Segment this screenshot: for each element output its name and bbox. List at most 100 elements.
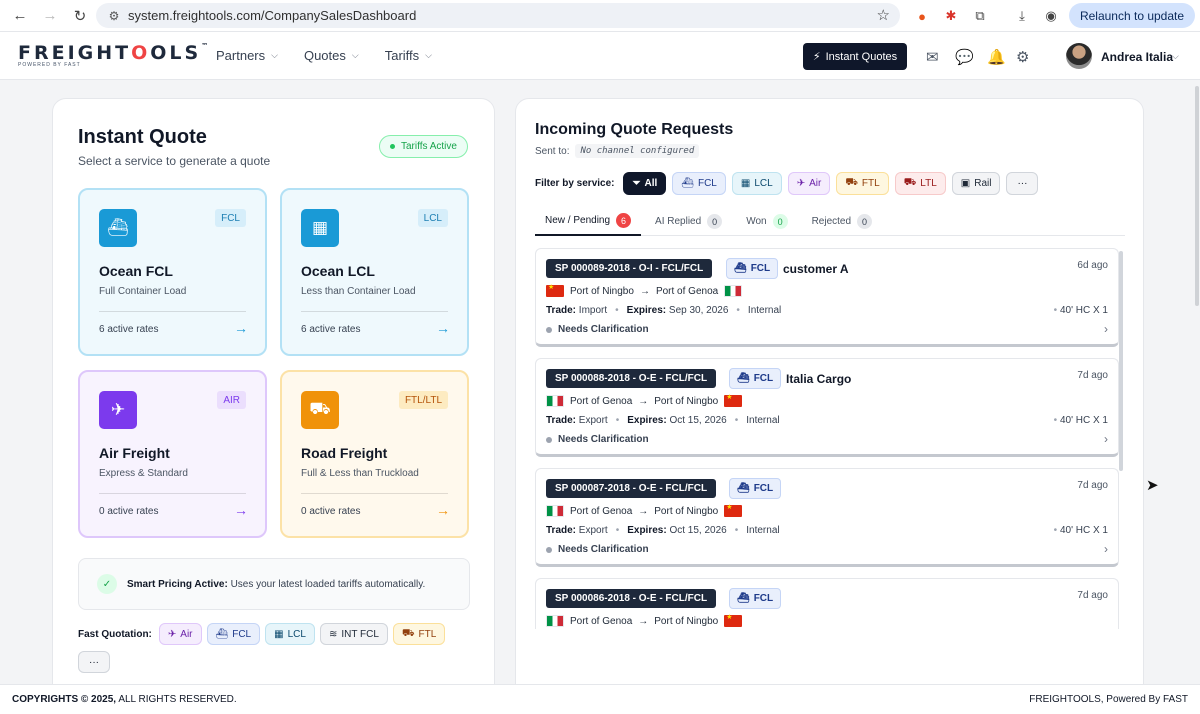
tab-label: Rejected [811, 216, 852, 227]
forward-icon[interactable]: → [36, 2, 64, 30]
time-ago: 7d ago [1077, 590, 1108, 601]
plane-icon: ✈ [167, 628, 177, 640]
fast-chip-ftl[interactable]: ⛟ FTL [392, 623, 446, 645]
ship-icon: ⛴ [737, 593, 750, 604]
sent-to-label: Sent to: [535, 145, 570, 157]
fast-chip-air[interactable]: ✈ Air [158, 623, 202, 645]
settings-gear-icon[interactable]: ⚙ [1016, 48, 1029, 66]
nav-partners[interactable]: Partners ⌵ [216, 48, 278, 63]
filter-all[interactable]: ⏷ All [623, 172, 667, 195]
filter-ftl[interactable]: ⛟ FTL [836, 172, 889, 195]
mode-badge: ⛴ FCL [729, 588, 782, 609]
fast-chip-int-fcl[interactable]: ≋ INT FCL [319, 623, 388, 645]
service-card-ocean-fcl[interactable]: ⛴ FCL Ocean FCL Full Container Load 6 ac… [78, 188, 267, 356]
expires-value: Oct 15, 2026 [669, 415, 727, 426]
filter-rail[interactable]: ▣ Rail [951, 172, 1001, 195]
trade-label: Trade: [546, 525, 577, 536]
freightools-logo[interactable]: FREIGHTOOLS™ POWERED BY FAST [18, 42, 211, 68]
trade-value: Export [578, 415, 608, 426]
copyright: COPYRIGHTS © 2025, ALL RIGHTS RESERVED. [12, 694, 237, 705]
bullet-separator: • [1053, 305, 1058, 316]
chip-label: FCL [232, 628, 252, 640]
service-card-road-freight[interactable]: ⛟ FTL/LTL Road Freight Full & Less than … [280, 370, 469, 538]
bullet-separator: • [736, 305, 740, 316]
filter-air[interactable]: ✈ Air [787, 172, 831, 195]
bookmark-star-icon[interactable]: ☆ [877, 6, 890, 24]
chip-label: LCL [754, 178, 773, 189]
profile-icon[interactable]: ◉ [1040, 5, 1062, 27]
tab-ai-replied[interactable]: AI Replied 0 [645, 207, 732, 236]
mail-icon[interactable]: ✉ [926, 48, 939, 66]
service-card-air-freight[interactable]: ✈ AIR Air Freight Express & Standard 0 a… [78, 370, 267, 538]
italy-flag-icon [724, 285, 743, 297]
address-bar[interactable]: ⚙ system.freightools.com/CompanySalesDas… [96, 3, 900, 28]
quote-requests-panel: Incoming Quote Requests Sent to: No chan… [515, 98, 1144, 698]
back-icon[interactable]: ← [6, 2, 34, 30]
fast-quotation-bar: Fast Quotation: ✈ Air ⛴ FCL ▦ LCL ≋ INT FCL … [78, 623, 446, 645]
route-to: Port of Ningbo [654, 395, 719, 407]
mode-label: FCL [750, 263, 771, 274]
arrow-right-icon[interactable]: → [234, 502, 248, 518]
divider [301, 311, 448, 312]
chevron-right-icon[interactable]: › [1104, 542, 1108, 556]
relaunch-button[interactable]: Relaunch to update [1069, 3, 1195, 28]
site-info-icon[interactable]: ⚙ [102, 9, 126, 23]
filter-fcl[interactable]: ⛴ FCL [672, 172, 726, 195]
status-label: Needs Clarification [558, 434, 649, 445]
plane-icon: ✈ [796, 178, 806, 189]
list-scrollbar[interactable] [1119, 251, 1123, 471]
divider [99, 493, 246, 494]
ship-icon: ⛴ [215, 628, 229, 640]
bullet-separator: • [1053, 525, 1058, 536]
route-to: Port of Ningbo [654, 615, 719, 627]
active-rates: 6 active rates [301, 324, 361, 335]
nav-tariffs[interactable]: Tariffs ⌵ [385, 48, 432, 63]
arrow-right-icon[interactable]: → [234, 320, 248, 336]
arrow-right-icon[interactable]: → [436, 320, 450, 336]
instant-quotes-label: Instant Quotes [825, 50, 898, 63]
arrow-right-icon[interactable]: → [436, 502, 450, 518]
route: Port of Genoa → Port of Ningbo [546, 503, 743, 517]
extension-icon[interactable]: ✱ [940, 5, 962, 27]
fast-chip-fcl[interactable]: ⛴ FCL [206, 623, 261, 645]
request-card[interactable]: SP 000086-2018 - O-E - FCL/FCL ⛴ FCL 7d a… [535, 578, 1119, 629]
request-card[interactable]: SP 000088-2018 - O-E - FCL/FCL ⛴ FCL Ital… [535, 358, 1119, 457]
instant-quotes-button[interactable]: ⚡ Instant Quotes [803, 43, 907, 70]
fast-more-button[interactable]: ··· [78, 651, 110, 673]
chevron-right-icon[interactable]: › [1104, 322, 1108, 336]
container-value: 40' HC X 1 [1059, 305, 1108, 316]
trade-info: Trade: Export • Expires: Oct 15, 2026 • … [546, 525, 780, 536]
service-card-ocean-lcl[interactable]: ▦ LCL Ocean LCL Less than Container Load… [280, 188, 469, 356]
download-icon[interactable]: ⤓ [1011, 5, 1033, 27]
service-desc: Less than Container Load [301, 286, 416, 297]
extension-icon[interactable]: ● [911, 5, 933, 27]
arrow-right-icon: → [638, 395, 649, 407]
truck-icon: ⛟ [845, 177, 858, 188]
user-name[interactable]: Andrea Italia [1101, 50, 1173, 64]
tab-won[interactable]: Won 0 [736, 207, 797, 236]
nav-label: Partners [216, 48, 266, 63]
address-url[interactable]: system.freightools.com/CompanySalesDashb… [128, 8, 416, 23]
fast-chip-lcl[interactable]: ▦ LCL [265, 623, 315, 645]
tab-new-pending[interactable]: New / Pending 6 [535, 207, 642, 236]
china-flag-icon [724, 393, 743, 407]
page-scrollbar[interactable] [1195, 86, 1199, 306]
bullet-separator: • [734, 415, 739, 426]
chevron-down-icon[interactable]: ⌵ [1172, 51, 1179, 62]
filter-more-button[interactable]: ··· [1006, 172, 1039, 195]
nav-quotes[interactable]: Quotes ⌵ [304, 48, 359, 63]
request-card[interactable]: SP 000089-2018 - O-I - FCL/FCL ⛴ FCL cust… [535, 248, 1119, 347]
avatar[interactable] [1066, 43, 1092, 69]
chevron-right-icon[interactable]: › [1104, 432, 1108, 446]
time-ago: 7d ago [1077, 480, 1108, 491]
filter-ltl[interactable]: ⛟ LTL [894, 172, 946, 195]
extensions-puzzle-icon[interactable]: ⧉ [969, 5, 991, 27]
request-card[interactable]: SP 000087-2018 - O-E - FCL/FCL ⛴ FCL 7d a… [535, 468, 1119, 567]
filter-lcl[interactable]: ▦ LCL [731, 172, 782, 195]
tab-rejected[interactable]: Rejected 0 [802, 207, 882, 236]
status-label: Needs Clarification [558, 324, 649, 335]
reload-icon[interactable]: ↻ [66, 2, 94, 30]
chat-icon[interactable]: 💬 [955, 48, 974, 66]
bell-icon[interactable]: 🔔 [987, 48, 1006, 66]
nav-label: Tariffs [384, 48, 420, 63]
